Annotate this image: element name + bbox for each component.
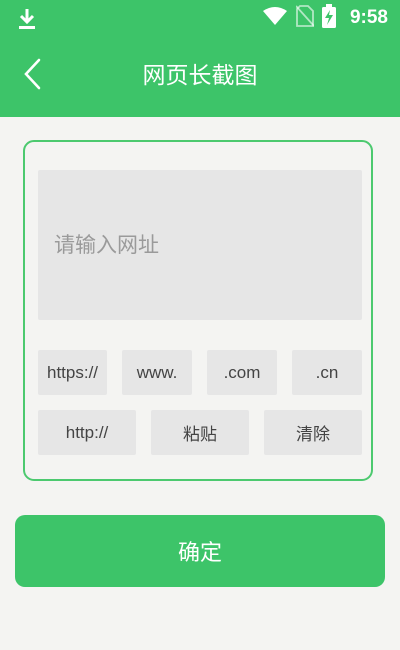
toolbar: 网页长截图 bbox=[0, 36, 400, 117]
status-bar: 9:58 bbox=[0, 0, 400, 36]
com-button[interactable]: .com bbox=[207, 350, 277, 395]
paste-button[interactable]: 粘贴 bbox=[151, 410, 249, 455]
status-time: 9:58 bbox=[349, 7, 388, 28]
page-title: 网页长截图 bbox=[142, 63, 258, 89]
http-button[interactable]: http:// bbox=[38, 410, 136, 455]
back-button[interactable] bbox=[12, 56, 52, 96]
no-sim-icon bbox=[295, 5, 315, 31]
wifi-icon bbox=[262, 6, 288, 30]
www-button[interactable]: www. bbox=[122, 350, 192, 395]
cn-button[interactable]: .cn bbox=[292, 350, 362, 395]
app-header: 9:58 网页长截图 bbox=[0, 0, 400, 117]
download-icon bbox=[16, 7, 38, 35]
url-input[interactable] bbox=[38, 170, 362, 320]
confirm-button[interactable]: 确定 bbox=[15, 515, 385, 587]
https-button[interactable]: https:// bbox=[38, 350, 107, 395]
battery-charging-icon bbox=[321, 4, 336, 32]
clear-button[interactable]: 清除 bbox=[264, 410, 362, 455]
chevron-left-icon bbox=[22, 58, 42, 94]
